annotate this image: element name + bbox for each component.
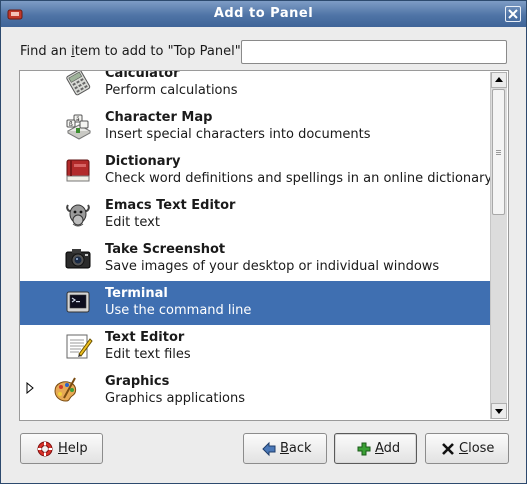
close-x-icon bbox=[442, 443, 454, 455]
item-name: Text Editor bbox=[105, 330, 185, 345]
vertical-scrollbar[interactable] bbox=[490, 72, 507, 419]
item-list[interactable]: Calculator Perform calculations ä ß Char… bbox=[19, 70, 509, 421]
item-name: Take Screenshot bbox=[105, 242, 226, 257]
close-label: Close bbox=[459, 441, 495, 456]
list-item-character-map[interactable]: ä ß Character Map Insert special charact… bbox=[20, 105, 491, 149]
arrow-left-icon bbox=[262, 441, 276, 457]
item-name: Character Map bbox=[105, 110, 213, 125]
help-label: Help bbox=[58, 441, 88, 456]
item-description: Edit text files bbox=[105, 347, 191, 362]
back-button[interactable]: Back bbox=[243, 433, 327, 464]
item-description: Perform calculations bbox=[105, 83, 238, 98]
window-close-button[interactable] bbox=[505, 6, 521, 22]
add-to-panel-dialog: Add to Panel Find an item to add to "Top… bbox=[0, 0, 527, 484]
character-map-icon: ä ß bbox=[66, 114, 92, 140]
item-name: Graphics bbox=[105, 374, 170, 389]
svg-text:ä: ä bbox=[76, 116, 80, 123]
arrow-up-icon bbox=[495, 77, 503, 82]
text-editor-icon bbox=[66, 334, 93, 359]
calculator-icon bbox=[66, 71, 91, 96]
window-title: Add to Panel bbox=[213, 6, 314, 21]
search-label: Find an item to add to "Top Panel": bbox=[20, 44, 246, 59]
scroll-up-button[interactable] bbox=[491, 72, 507, 88]
item-description: Insert special characters into documents bbox=[105, 127, 371, 142]
item-description: Save images of your desktop or individua… bbox=[105, 259, 440, 274]
list-item-dictionary[interactable]: Dictionary Check word definitions and sp… bbox=[20, 149, 493, 193]
expander-triangle-icon[interactable] bbox=[25, 382, 35, 394]
scrollbar-thumb[interactable] bbox=[492, 89, 505, 215]
search-input[interactable] bbox=[241, 40, 507, 64]
list-item-take-screenshot[interactable]: Take Screenshot Save images of your desk… bbox=[20, 237, 491, 281]
close-icon bbox=[508, 9, 518, 19]
list-item-emacs-text-editor[interactable]: Emacs Text Editor Edit text bbox=[20, 193, 491, 237]
list-item-calculator[interactable]: Calculator Perform calculations bbox=[20, 70, 491, 105]
list-item-terminal[interactable]: Terminal Use the command line bbox=[20, 281, 491, 325]
item-name: Emacs Text Editor bbox=[105, 198, 236, 213]
dictionary-icon bbox=[66, 159, 90, 182]
item-name: Dictionary bbox=[105, 154, 181, 169]
scroll-down-button[interactable] bbox=[491, 403, 507, 419]
grip-lines bbox=[496, 150, 501, 151]
add-button[interactable]: Add bbox=[334, 433, 417, 464]
help-lifebuoy-icon bbox=[37, 441, 53, 457]
graphics-palette-icon bbox=[54, 377, 77, 402]
camera-icon bbox=[65, 249, 91, 269]
back-label: Back bbox=[280, 441, 312, 456]
help-button[interactable]: Help bbox=[20, 433, 103, 464]
item-name: Terminal bbox=[105, 286, 168, 301]
list-item-text-editor[interactable]: Text Editor Edit text files bbox=[20, 325, 491, 369]
item-description: Edit text bbox=[105, 215, 160, 230]
add-label: Add bbox=[375, 441, 401, 456]
terminal-icon bbox=[66, 291, 90, 313]
title-bar[interactable]: Add to Panel bbox=[1, 1, 526, 27]
svg-text:ß: ß bbox=[69, 121, 73, 128]
emacs-gnu-icon bbox=[66, 204, 90, 227]
close-button[interactable]: Close bbox=[425, 433, 509, 464]
item-description: Use the command line bbox=[105, 303, 252, 318]
item-description: Check word definitions and spellings in … bbox=[105, 171, 493, 186]
item-name: Calculator bbox=[105, 70, 180, 81]
arrow-down-icon bbox=[495, 409, 503, 414]
item-description: Graphics applications bbox=[105, 391, 246, 406]
list-item-graphics[interactable]: Graphics Graphics applications bbox=[20, 369, 491, 413]
plus-icon bbox=[357, 442, 371, 456]
